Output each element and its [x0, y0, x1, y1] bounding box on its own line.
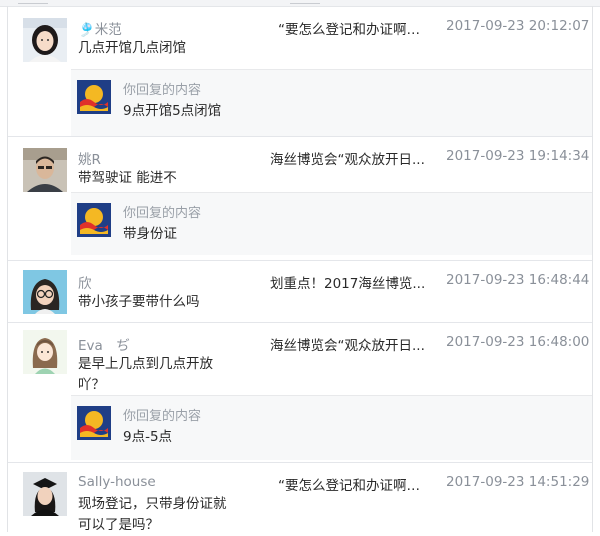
official-account-logo-icon [77, 80, 111, 114]
user-avatar[interactable] [23, 18, 67, 62]
official-account-logo-icon [77, 406, 111, 440]
comment-row: 欣 带小孩子要带什么吗 划重点！2017海丝博览... 2017-09-23 1… [8, 260, 592, 323]
reply-label: 你回复的内容 [123, 409, 202, 424]
comment-username: 姚R [78, 152, 101, 168]
article-title-link[interactable]: “要怎么登记和办证啊？... [278, 18, 426, 38]
user-avatar[interactable] [23, 148, 67, 192]
comment-timestamp: 2017-09-23 16:48:00 [446, 334, 590, 350]
official-account-logo-icon [77, 203, 111, 237]
comment-timestamp: 2017-09-23 19:14:34 [446, 148, 590, 164]
comment-timestamp: 2017-09-23 20:12:07 [446, 18, 590, 34]
reply-text: 9点-5点 [123, 429, 173, 445]
comment-username: Eva ぢ [78, 338, 130, 354]
comment-username: 🎐米范 [78, 22, 122, 38]
reply-label: 你回复的内容 [123, 83, 202, 98]
comment-row: 🎐米范 几点开馆几点闭馆 “要怎么登记和办证啊？... 2017-09-23 2… [8, 6, 592, 137]
article-title-link[interactable]: 海丝博览会“观众放开日... [270, 148, 426, 168]
reply-box: 你回复的内容 9点-5点 [71, 395, 592, 460]
comment-row: 姚R 带驾驶证 能进不 海丝博览会“观众放开日... 2017-09-23 19… [8, 136, 592, 261]
reply-text: 带身份证 [123, 226, 177, 242]
reply-box: 你回复的内容 带身份证 [71, 192, 592, 255]
comment-timestamp: 2017-09-23 16:48:44 [446, 272, 590, 288]
comment-text: 带小孩子要带什么吗 [78, 294, 200, 310]
comment-username: Sally-house [78, 474, 156, 490]
comment-text: 是早上几点到几点开放吖？ [78, 356, 213, 393]
comment-text: 现场登记，只带身份证就可以了是吗？ [78, 496, 227, 533]
user-avatar[interactable] [23, 330, 67, 374]
comment-row: Eva ぢ 是早上几点到几点开放吖？ 海丝博览会“观众放开日... 2017-0… [8, 322, 592, 463]
comment-username: 欣 [78, 276, 92, 292]
comment-text: 几点开馆几点闭馆 [78, 40, 186, 56]
user-avatar[interactable] [23, 472, 67, 516]
article-title-link[interactable]: 划重点！2017海丝博览... [270, 272, 426, 292]
comment-row: Sally-house 现场登记，只带身份证就可以了是吗？ “要怎么登记和办证啊… [8, 462, 592, 533]
reply-text: 9点开馆5点闭馆 [123, 103, 222, 119]
comment-text: 带驾驶证 能进不 [78, 170, 177, 186]
header-divider [290, 0, 320, 4]
article-title-link[interactable]: 海丝博览会“观众放开日... [270, 334, 426, 354]
header-divider [18, 0, 48, 4]
reply-label: 你回复的内容 [123, 206, 202, 221]
article-title-link[interactable]: “要怎么登记和办证啊？... [278, 474, 426, 494]
comment-timestamp: 2017-09-23 14:51:29 [446, 474, 590, 490]
reply-box: 你回复的内容 9点开馆5点闭馆 [71, 69, 592, 136]
user-avatar[interactable] [23, 270, 67, 314]
